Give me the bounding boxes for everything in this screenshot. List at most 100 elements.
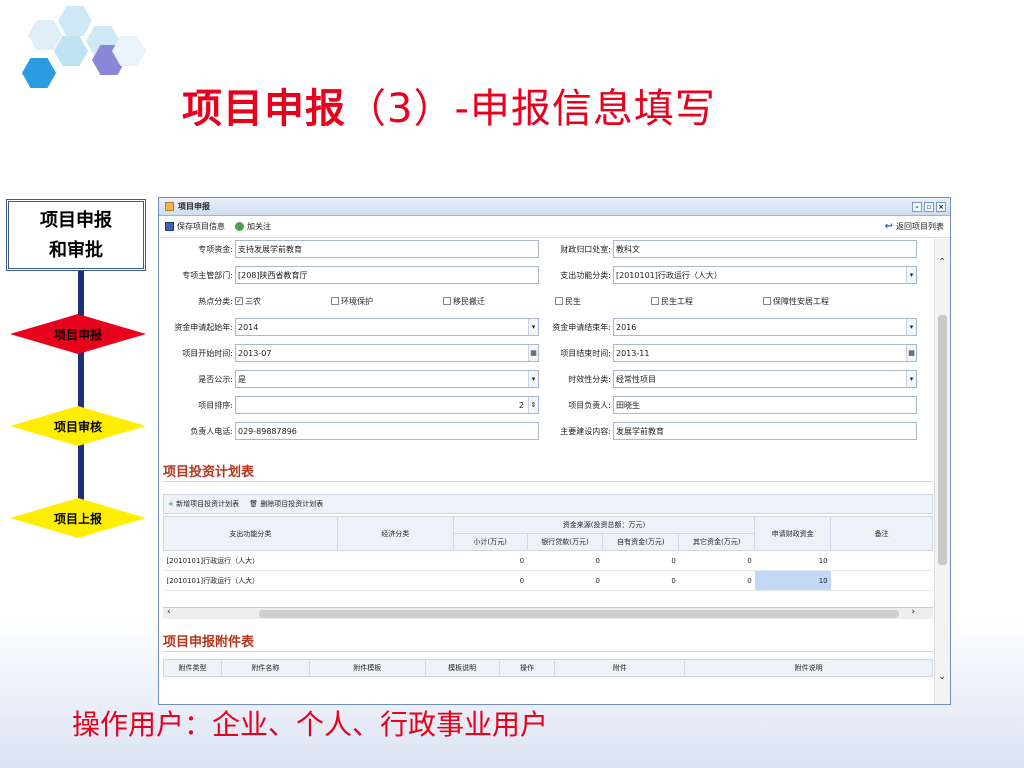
checkbox-minsheng-project[interactable]: 民生工程	[651, 296, 693, 307]
scroll-down-icon[interactable]: ⌄	[938, 671, 946, 682]
label-start-time: 项目开始时间:	[182, 348, 233, 358]
cell-own-fund[interactable]: 0	[602, 550, 679, 571]
label-phone: 负责人电话:	[190, 426, 233, 436]
scroll-up-icon[interactable]: ⌃	[938, 257, 946, 268]
back-to-list-button[interactable]: ↩ 返回项目列表	[885, 221, 944, 232]
col-own-fund: 自有资金(万元)	[602, 533, 680, 551]
chevron-down-icon[interactable]: ▾	[906, 267, 916, 283]
cell-other-fund[interactable]: 0	[678, 570, 755, 591]
phone-field[interactable]: 029-89887896	[235, 422, 539, 440]
cell-function-class[interactable]: [2010101]行政运行（人大）	[163, 550, 338, 571]
cell-subtotal[interactable]: 0	[453, 570, 528, 591]
checkbox-migration[interactable]: 移民搬迁	[443, 296, 485, 307]
close-icon[interactable]: ×	[936, 201, 946, 212]
checkbox-label: 保障性安居工程	[773, 296, 829, 306]
flow-box: 项目申报 和审批	[6, 199, 146, 271]
label-hot-class: 热点分类:	[198, 296, 233, 306]
cell-subtotal[interactable]: 0	[453, 550, 528, 571]
restore-icon[interactable]: ▫	[924, 201, 934, 212]
function-class-select[interactable]: [2010101]行政运行（人大） ▾	[613, 266, 917, 284]
col-fund-source: 资金来源(投资总额：万元)	[452, 516, 756, 534]
checkbox-minsheng[interactable]: 民生	[555, 296, 581, 307]
attach-table: 附件类型 附件名称 附件模板 模板说明 操作 附件 附件说明	[163, 659, 933, 677]
col-attach-template: 附件模板	[308, 659, 426, 677]
window-icon	[165, 202, 174, 211]
attach-section-title: 项目申报附件表	[163, 635, 255, 650]
content-field[interactable]: 发展学前教育	[613, 422, 917, 440]
authority-field[interactable]: [208]陕西省教育厅	[235, 266, 539, 284]
checkbox-housing[interactable]: 保障性安居工程	[763, 296, 829, 307]
chevron-down-icon[interactable]: ▾	[906, 371, 916, 387]
scroll-right-icon[interactable]: ›	[911, 607, 915, 617]
scroll-left-icon[interactable]: ‹	[167, 607, 171, 617]
checkbox-sannong[interactable]: ✓ 三农	[235, 296, 261, 307]
cell-remark[interactable]	[830, 570, 933, 591]
flow-step-review: 项目审核	[10, 406, 146, 446]
cell-econ-class[interactable]	[337, 550, 454, 571]
publicity-select[interactable]: 是 ▾	[235, 370, 539, 388]
timeliness-select[interactable]: 经常性项目 ▾	[613, 370, 917, 388]
special-fund-field[interactable]: 支持发展学前教育	[235, 240, 539, 258]
cell-remark[interactable]	[830, 550, 933, 571]
scroll-thumb[interactable]	[938, 315, 947, 565]
add-invest-button[interactable]: + 新增项目投资计划表	[168, 499, 239, 509]
flow-step-submit: 项目申报	[10, 314, 146, 354]
label-leader: 项目负责人:	[568, 400, 611, 410]
col-operation: 操作	[498, 659, 556, 677]
chevron-down-icon[interactable]: ▾	[906, 319, 916, 335]
add-invest-label: 新增项目投资计划表	[176, 500, 240, 508]
end-year-select[interactable]: 2016 ▾	[613, 318, 917, 336]
flow-step-report: 项目上报	[10, 498, 146, 538]
col-template-note: 模板说明	[424, 659, 500, 677]
end-time-field[interactable]: 2013-11 ▦	[613, 344, 917, 362]
cell-function-class[interactable]: [2010101]行政运行（人大）	[163, 570, 338, 591]
start-year-value: 2014	[238, 322, 259, 332]
order-stepper[interactable]: 2 ⇕	[235, 396, 539, 414]
cell-bank-loan[interactable]: 0	[527, 550, 603, 571]
function-class-value: [2010101]行政运行（人大）	[616, 270, 722, 280]
flow-step-label: 项目上报	[53, 511, 102, 526]
save-project-button[interactable]: 保存项目信息	[165, 221, 225, 232]
horizontal-scrollbar[interactable]: ‹ ›	[163, 607, 933, 619]
back-label: 返回项目列表	[896, 222, 944, 231]
delete-invest-button[interactable]: 🗑 删除项目投资计划表	[249, 499, 323, 509]
finance-dept-field[interactable]: 教科文	[613, 240, 917, 258]
phone-value: 029-89887896	[238, 426, 297, 436]
divider	[163, 651, 933, 652]
col-subtotal: 小计(万元)	[452, 533, 528, 551]
checkbox-env[interactable]: 环境保护	[331, 296, 373, 307]
flow-step-label: 项目审核	[53, 419, 102, 434]
follow-button[interactable]: 加关注	[235, 221, 271, 232]
checkbox-icon	[763, 297, 771, 305]
col-econ-class: 经济分类	[336, 516, 454, 551]
cell-apply-fund-selected[interactable]: 10	[754, 570, 831, 591]
cell-own-fund[interactable]: 0	[602, 570, 679, 591]
checkbox-label: 三农	[245, 296, 261, 306]
cell-other-fund[interactable]: 0	[678, 550, 755, 571]
leader-field[interactable]: 田晓生	[613, 396, 917, 414]
hexagon-decoration	[54, 36, 88, 66]
content-value: 发展学前教育	[616, 426, 664, 436]
title-bold: 项目申报	[182, 86, 346, 132]
slide-title: 项目申报（3）-申报信息填写	[182, 76, 716, 134]
start-year-select[interactable]: 2014 ▾	[235, 318, 539, 336]
table-row[interactable]: [2010101]行政运行（人大） 0 0 0 0 10	[163, 550, 933, 571]
col-attachment: 附件	[554, 659, 686, 677]
authority-value: [208]陕西省教育厅	[238, 270, 308, 280]
start-time-field[interactable]: 2013-07 ▦	[235, 344, 539, 362]
cell-apply-fund[interactable]: 10	[754, 550, 831, 571]
hscroll-thumb[interactable]	[259, 610, 899, 618]
label-end-year: 资金申请结束年:	[552, 322, 611, 332]
cell-econ-class[interactable]	[337, 570, 454, 591]
delete-invest-label: 删除项目投资计划表	[260, 500, 324, 508]
calendar-icon[interactable]: ▦	[906, 345, 916, 361]
app-window: 项目申报 – ▫ × 保存项目信息 加关注 ↩ 返回项目列表 ⌃ ⌄ 专项资金: …	[158, 197, 951, 705]
follow-label: 加关注	[247, 222, 271, 231]
minimize-icon[interactable]: –	[912, 201, 922, 212]
table-row[interactable]: [2010101]行政运行（人大） 0 0 0 0 10	[163, 570, 933, 591]
end-year-value: 2016	[616, 322, 637, 332]
cell-bank-loan[interactable]: 0	[527, 570, 603, 591]
end-time-value: 2013-11	[616, 348, 650, 358]
main-scrollbar[interactable]: ⌃ ⌄	[934, 239, 950, 704]
label-function-class: 支出功能分类:	[560, 270, 611, 280]
